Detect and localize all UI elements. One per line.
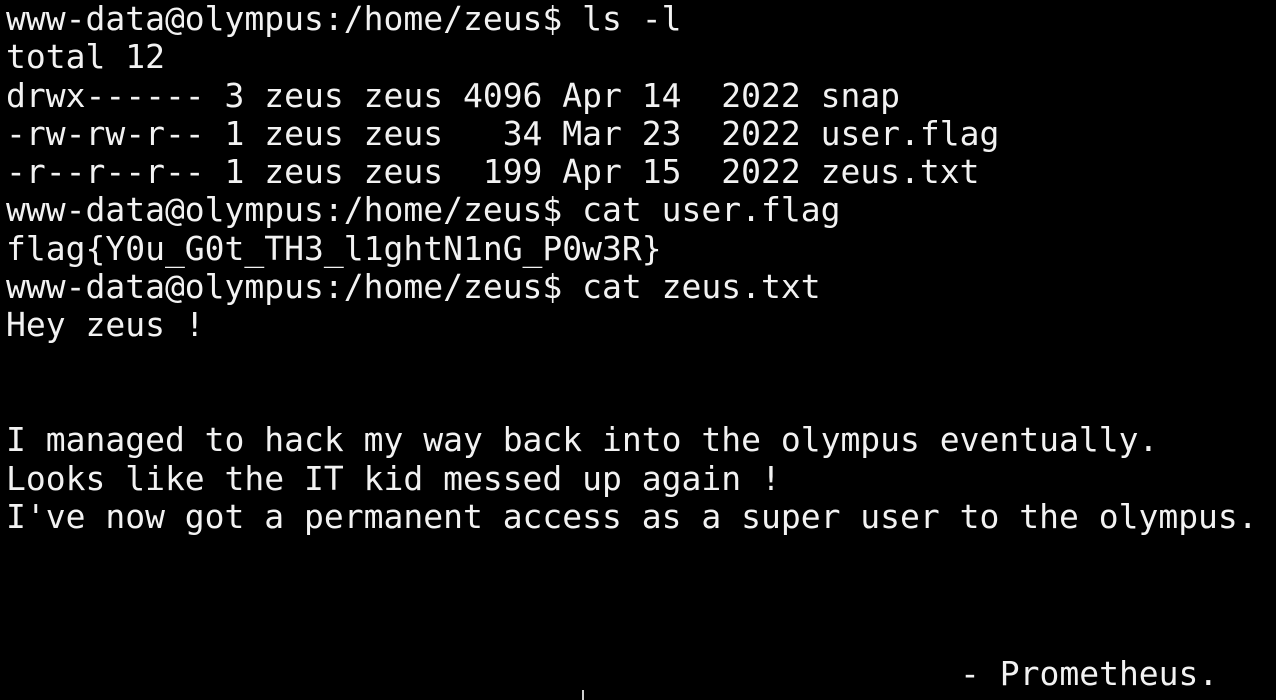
flag-output: flag{Y0u_G0t_TH3_l1ghtN1nG_P0w3R} bbox=[6, 228, 662, 268]
command-line-cat-txt: www-data@olympus:/home/zeus$ cat zeus.tx… bbox=[6, 267, 1276, 307]
zeus-txt-line: I've now got a permanent access as a sup… bbox=[6, 496, 1258, 536]
shell-prompt: www-data@olympus:/home/zeus$ bbox=[6, 267, 583, 307]
ls-row-user-flag: -rw-rw-r-- 1 zeus zeus 34 Mar 23 2022 us… bbox=[6, 113, 1000, 153]
zeus-txt-greeting: Hey zeus ! bbox=[6, 305, 205, 345]
ls-row-snap: drwx------ 3 zeus zeus 4096 Apr 14 2022 … bbox=[6, 75, 901, 115]
cursor-artifact bbox=[582, 690, 584, 700]
terminal-window[interactable]: www-data@olympus:/home/zeus$ ls -l total… bbox=[0, 0, 1276, 700]
shell-prompt: www-data@olympus:/home/zeus$ bbox=[6, 0, 583, 38]
command-line-ls: www-data@olympus:/home/zeus$ ls -l bbox=[6, 0, 1276, 38]
shell-prompt: www-data@olympus:/home/zeus$ bbox=[6, 190, 583, 230]
ls-total-line: total 12 bbox=[6, 37, 165, 77]
command-line-cat-flag: www-data@olympus:/home/zeus$ cat user.fl… bbox=[6, 191, 1276, 229]
ls-row-zeus-txt: -r--r--r-- 1 zeus zeus 199 Apr 15 2022 z… bbox=[6, 152, 980, 192]
command-text: ls -l bbox=[582, 0, 682, 38]
zeus-txt-signature: - Prometheus. bbox=[960, 654, 1219, 693]
command-text: cat user.flag bbox=[582, 190, 841, 230]
command-text: cat zeus.txt bbox=[582, 267, 821, 307]
zeus-txt-line: I managed to hack my way back into the o… bbox=[6, 420, 1159, 460]
zeus-txt-line: Looks like the IT kid messed up again ! bbox=[6, 458, 781, 498]
